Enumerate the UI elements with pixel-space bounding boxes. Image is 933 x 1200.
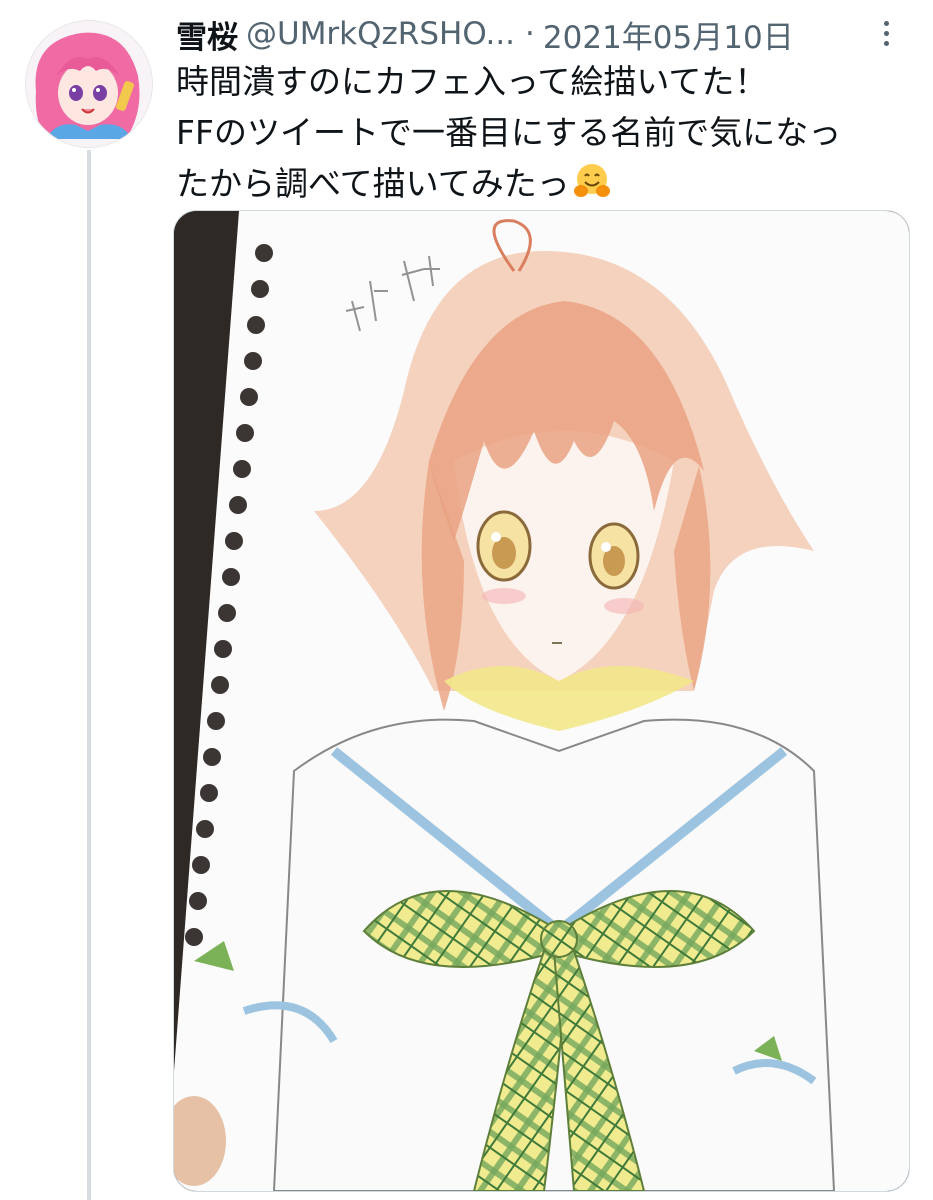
tweet-text-line: たから調べて描いてみたっ: [176, 164, 570, 203]
tweet-media-image[interactable]: [173, 210, 910, 1192]
user-handle[interactable]: @UMrkQzRSHO...: [246, 16, 515, 52]
hugging-face-emoji-icon: [572, 161, 612, 201]
tweet-text-line-with-emoji: たから調べて描いてみたっ: [176, 158, 911, 209]
tweet-header: 雪桜 @UMrkQzRSHO... · 2021年05月10日: [176, 12, 893, 56]
tweet-date[interactable]: 2021年05月10日: [543, 12, 794, 57]
avatar[interactable]: [25, 20, 153, 148]
tweet-text: 時間潰すのにカフェ入って絵描いてた！ FFのツイートで一番目にする名前で気になっ…: [176, 56, 911, 209]
more-options-icon[interactable]: [879, 16, 893, 56]
tweet-text-line: FFのツイートで一番目にする名前で気になっ: [176, 113, 842, 152]
thread-line: [87, 150, 91, 1200]
display-name[interactable]: 雪桜: [176, 12, 238, 57]
tweet-text-line: 時間潰すのにカフェ入って絵描いてた！: [176, 62, 768, 101]
tweet: 雪桜 @UMrkQzRSHO... · 2021年05月10日 時間潰すのにカフ…: [0, 0, 933, 1200]
separator-dot: ·: [525, 16, 535, 52]
